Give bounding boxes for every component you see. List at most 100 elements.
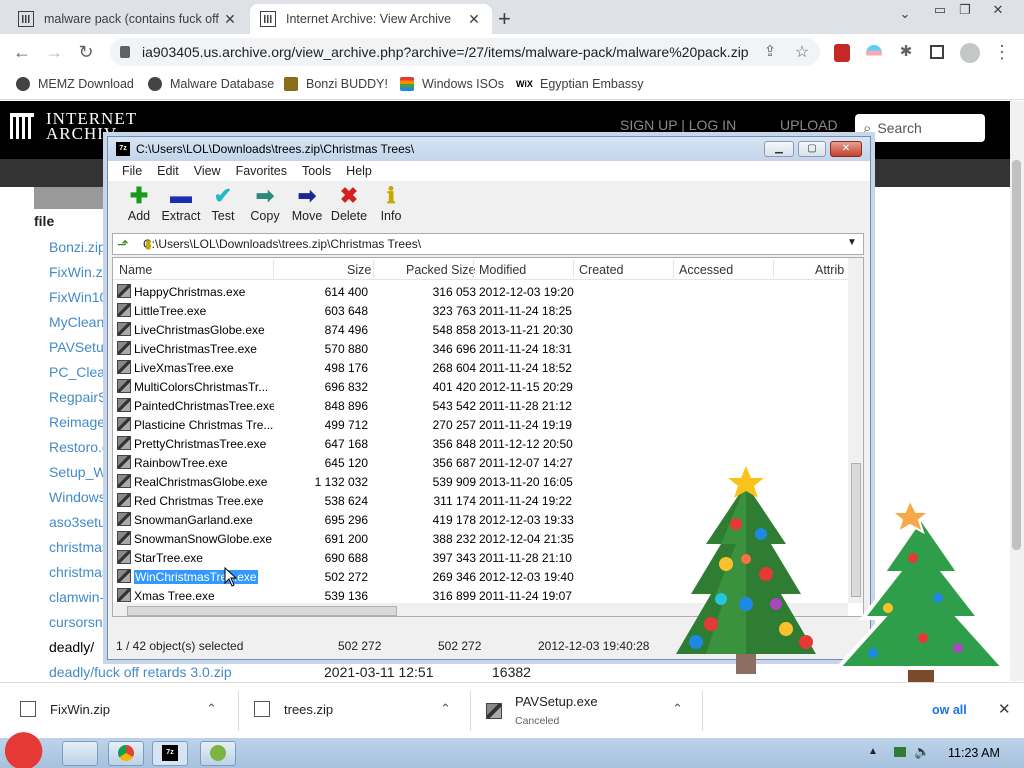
- profile-avatar-icon[interactable]: [960, 43, 980, 63]
- volume-icon[interactable]: 🔈: [914, 744, 930, 760]
- new-tab-icon[interactable]: +: [498, 6, 511, 32]
- chevron-up-icon[interactable]: ⌃: [206, 701, 217, 717]
- test-button[interactable]: ✔ Test: [202, 183, 244, 231]
- file-row[interactable]: LittleTree.exe 603 648 323 763 2011-11-24 1…: [113, 301, 848, 320]
- tab-search-icon[interactable]: ⌄: [893, 6, 917, 22]
- forward-icon[interactable]: →: [42, 42, 66, 63]
- menu-help[interactable]: Help: [346, 164, 372, 178]
- tab-malware-pack[interactable]: malware pack (contains fuck off t ✕: [8, 4, 248, 34]
- file-row[interactable]: PrettyChristmasTree.exe 647 168 356 848 201…: [113, 434, 848, 453]
- file-row[interactable]: LiveXmasTree.exe 498 176 268 604 2011-11-24…: [113, 358, 848, 377]
- close-window-icon[interactable]: ✕: [986, 2, 1010, 18]
- extension-flag-icon[interactable]: [866, 45, 882, 61]
- tab-view-archive[interactable]: Internet Archive: View Archive ✕: [250, 4, 492, 34]
- file-link[interactable]: PAVSetup: [49, 339, 112, 355]
- reload-icon[interactable]: ↻: [74, 42, 98, 63]
- column-created[interactable]: Created: [579, 263, 623, 277]
- column-divider[interactable]: [673, 260, 674, 278]
- file-link[interactable]: aso3setu: [49, 514, 106, 530]
- file-link[interactable]: MyCleanl: [49, 314, 107, 330]
- share-icon[interactable]: ⇪: [758, 42, 782, 60]
- add-button[interactable]: ✚ Add: [118, 183, 160, 231]
- file-link[interactable]: FixWin10: [49, 289, 107, 305]
- close-tab-icon[interactable]: ✕: [222, 11, 238, 28]
- path-dropdown-icon[interactable]: ▼: [847, 237, 857, 248]
- move-button[interactable]: ➡ Move: [286, 183, 328, 231]
- taskbar-clock[interactable]: 11:23 AM: [948, 746, 1000, 760]
- file-link[interactable]: Reimage: [49, 414, 105, 430]
- file-link[interactable]: clamwin-: [49, 589, 104, 605]
- column-attrib[interactable]: Attrib: [815, 263, 844, 277]
- file-link[interactable]: Bonzi.zip: [49, 239, 106, 255]
- bookmark-malware-database[interactable]: Malware Database: [148, 77, 274, 91]
- bookmark-star-icon[interactable]: ☆: [790, 42, 814, 62]
- column-divider[interactable]: [373, 260, 374, 278]
- close-downloads-icon[interactable]: ✕: [998, 700, 1011, 718]
- file-row[interactable]: LiveChristmasGlobe.exe 874 496 548 858 2013…: [113, 320, 848, 339]
- info-button[interactable]: ℹ Info: [370, 183, 412, 231]
- path-bar[interactable]: ⬏ ▮ C:\Users\LOL\Downloads\trees.zip\Chr…: [112, 233, 864, 255]
- side-panel-icon[interactable]: [930, 45, 944, 59]
- close-tab-icon[interactable]: ✕: [466, 11, 482, 28]
- minimize-icon[interactable]: ▭: [928, 2, 952, 18]
- file-row[interactable]: HappyChristmas.exe 614 400 316 053 2012-12-…: [113, 282, 848, 301]
- file-row[interactable]: LiveChristmasTree.exe 570 880 346 696 2011-…: [113, 339, 848, 358]
- minimize-button[interactable]: ▁: [764, 141, 794, 157]
- upload-link[interactable]: UPLOAD: [780, 117, 838, 133]
- download-item-trees[interactable]: trees.zip: [254, 701, 333, 717]
- restore-icon[interactable]: ❐: [953, 2, 977, 18]
- file-row[interactable]: Plasticine Christmas Tre... 499 712 270 25…: [113, 415, 848, 434]
- page-scrollbar-thumb[interactable]: [1012, 160, 1021, 550]
- menu-file[interactable]: File: [122, 164, 142, 178]
- copy-button[interactable]: ➡ Copy: [244, 183, 286, 231]
- menu-edit[interactable]: Edit: [157, 164, 179, 178]
- bookmark-memz[interactable]: MEMZ Download: [16, 77, 134, 91]
- tray-battery-icon[interactable]: [894, 747, 906, 757]
- show-all-button[interactable]: ow all: [932, 703, 967, 717]
- file-row[interactable]: MultiColorsChristmasTr... 696 832 401 420 2…: [113, 377, 848, 396]
- menu-view[interactable]: View: [194, 164, 221, 178]
- maximize-button[interactable]: ▢: [798, 141, 826, 157]
- column-divider[interactable]: [273, 260, 274, 278]
- column-packed-size[interactable]: Packed Size: [406, 263, 475, 277]
- file-link[interactable]: deadly/fuck off retards 3.0.zip: [49, 664, 232, 680]
- file-link[interactable]: PC_Clea: [49, 364, 105, 380]
- signup-login-link[interactable]: SIGN UP | LOG IN: [620, 117, 736, 133]
- chevron-up-icon[interactable]: ⌃: [672, 701, 683, 717]
- delete-button[interactable]: ✖ Delete: [328, 183, 370, 231]
- download-item-fixwin[interactable]: FixWin.zip: [20, 701, 110, 717]
- file-link[interactable]: RegpairS: [49, 389, 107, 405]
- chevron-up-icon[interactable]: ⌃: [440, 701, 451, 717]
- extensions-puzzle-icon[interactable]: ✱: [894, 42, 918, 60]
- address-bar[interactable]: ia903405.us.archive.org/view_archive.php…: [110, 38, 820, 66]
- file-link[interactable]: Windows: [49, 489, 106, 505]
- extract-button[interactable]: ▬ Extract: [160, 183, 202, 231]
- bookmark-windows-isos[interactable]: Windows ISOs: [400, 77, 504, 91]
- column-divider[interactable]: [773, 260, 774, 278]
- start-button-angry-bird-icon[interactable]: [2, 730, 50, 768]
- file-link[interactable]: cursorsnc: [49, 614, 110, 630]
- menu-tools[interactable]: Tools: [302, 164, 331, 178]
- 7zip-titlebar[interactable]: 7z C:\Users\LOL\Downloads\trees.zip\Chri…: [108, 137, 870, 161]
- file-row[interactable]: PaintedChristmasTree.exe 848 896 543 542 20…: [113, 396, 848, 415]
- column-size[interactable]: Size: [347, 263, 371, 277]
- column-divider[interactable]: [573, 260, 574, 278]
- download-name[interactable]: PAVSetup.exe: [515, 694, 598, 709]
- menu-favorites[interactable]: Favorites: [236, 164, 287, 178]
- column-divider[interactable]: [473, 260, 474, 278]
- menu-kebab-icon[interactable]: ⋮: [990, 42, 1014, 63]
- column-modified[interactable]: Modified: [479, 263, 526, 277]
- taskbar-chrome-icon[interactable]: [108, 741, 144, 766]
- column-name[interactable]: Name: [119, 263, 152, 277]
- bookmark-egyptian-embassy[interactable]: WiX Egyptian Embassy: [516, 77, 644, 91]
- file-link[interactable]: Restoro.e: [49, 439, 110, 455]
- column-accessed[interactable]: Accessed: [679, 263, 733, 277]
- extension-shield-icon[interactable]: [834, 44, 850, 62]
- bookmark-bonzi[interactable]: Bonzi BUDDY!: [284, 77, 388, 91]
- taskbar-app-icon[interactable]: [200, 741, 236, 766]
- folder-up-icon[interactable]: ⬏: [117, 236, 129, 253]
- close-button[interactable]: ✕: [830, 141, 862, 157]
- file-link[interactable]: Setup_W: [49, 464, 107, 480]
- back-icon[interactable]: ←: [10, 42, 34, 63]
- file-link[interactable]: christmas: [49, 564, 109, 580]
